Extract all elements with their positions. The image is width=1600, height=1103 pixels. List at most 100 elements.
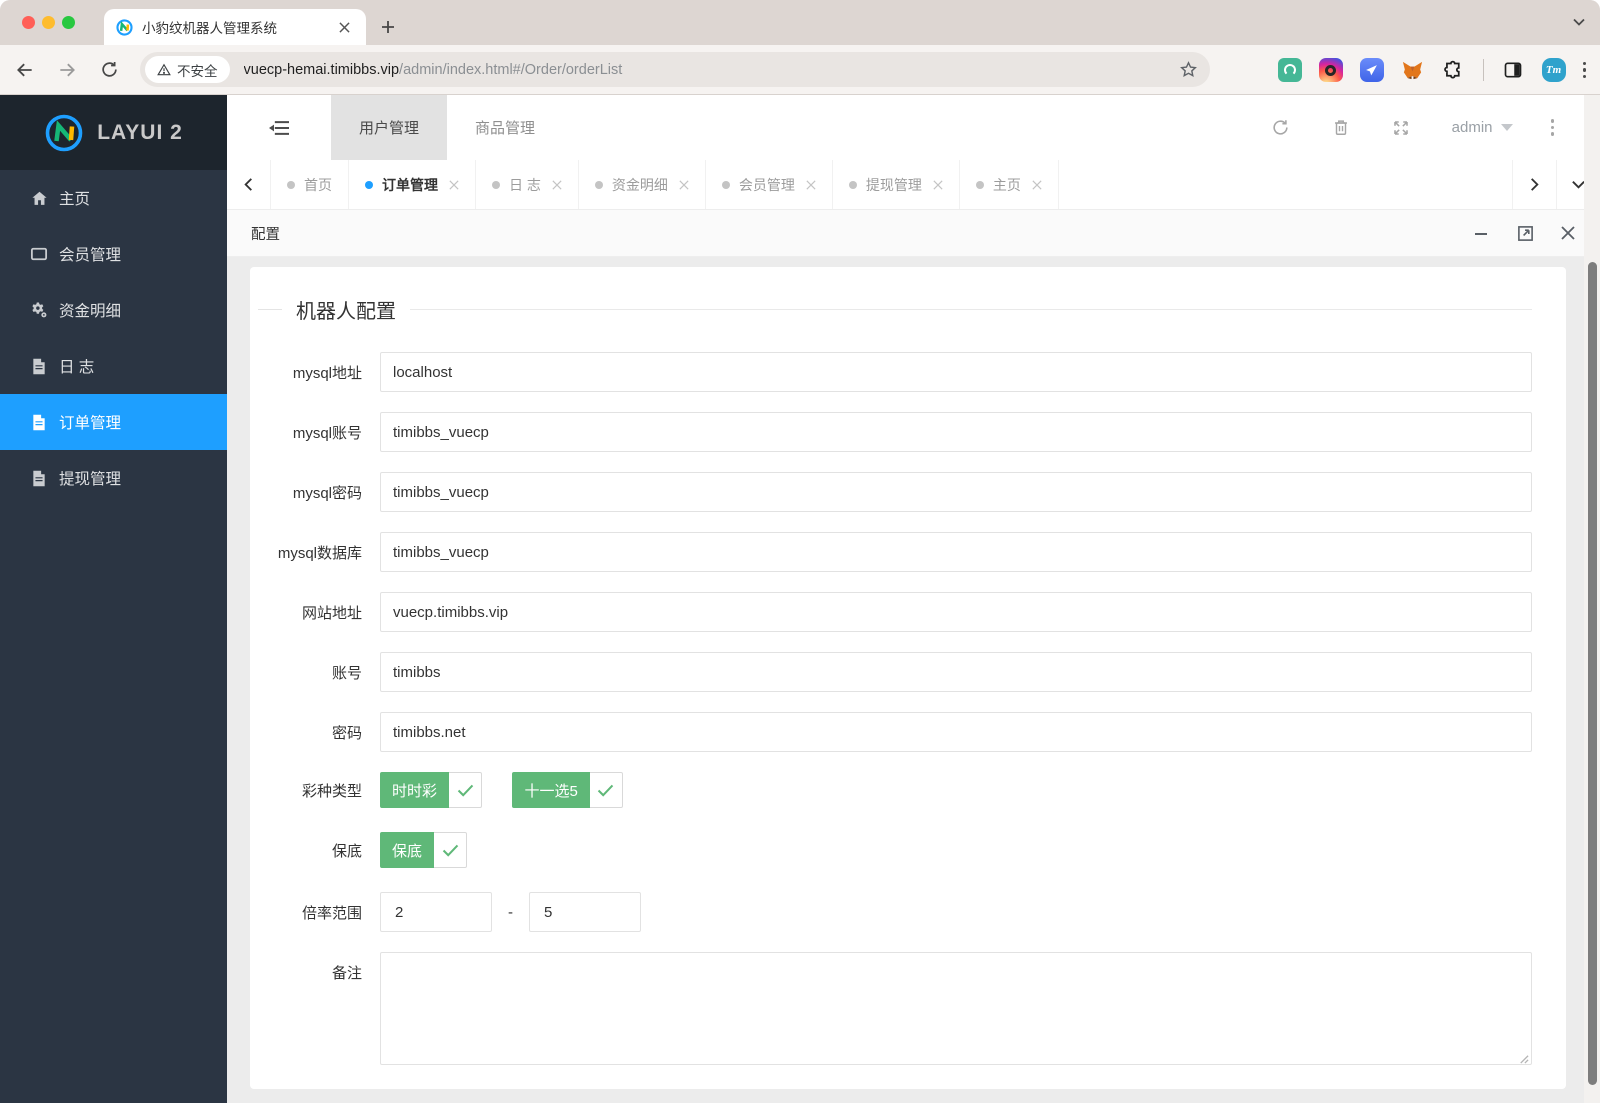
range-max-input[interactable]	[529, 892, 641, 932]
tab-close-icon[interactable]	[679, 179, 689, 190]
range-min-input[interactable]	[380, 892, 492, 932]
security-label: 不安全	[177, 63, 218, 79]
bookmark-star-icon[interactable]	[1179, 60, 1198, 79]
extension-paper-plane-icon[interactable]	[1359, 58, 1384, 82]
tab-status-dot	[721, 180, 730, 189]
extension-camera-icon[interactable]	[1318, 58, 1343, 82]
extension-shield-icon[interactable]	[1277, 58, 1302, 82]
forward-icon[interactable]	[50, 53, 84, 87]
field-label: 备注	[331, 965, 362, 982]
reload-icon[interactable]	[92, 53, 126, 87]
browser-tab[interactable]: 小豹纹机器人管理系统	[104, 9, 366, 45]
scrollbar-thumb[interactable]	[1588, 262, 1597, 1085]
page-tab-withdraw[interactable]: 提现管理	[833, 160, 960, 209]
checkbox-label: 保底	[380, 832, 435, 868]
sidebar-item-label: 提现管理	[59, 471, 122, 488]
back-icon[interactable]	[8, 53, 42, 87]
browser-tab-title: 小豹纹机器人管理系统	[142, 21, 277, 36]
panel-close-icon[interactable]	[1560, 225, 1576, 241]
side-panel-icon[interactable]	[1501, 58, 1525, 82]
tab-search-icon[interactable]	[1572, 15, 1586, 29]
account-input[interactable]	[380, 652, 1532, 692]
sidebar-item-home[interactable]: 主页	[0, 170, 227, 226]
browser-menu-icon[interactable]	[1582, 61, 1586, 79]
page-tab-label: 资金明细	[611, 176, 668, 193]
traffic-light-minimize[interactable]	[42, 16, 55, 29]
textarea-resize-grip[interactable]	[1518, 1053, 1529, 1064]
field-label: 账号	[331, 665, 362, 682]
sidebar-item-label: 会员管理	[59, 247, 122, 264]
sidebar: LAYUI 2 主页 会员管理 资金明细 日 志 订单管理 提现管理	[0, 95, 227, 1103]
note-textarea[interactable]	[380, 952, 1532, 1065]
tab-status-dot	[492, 180, 500, 189]
app-logo: LAYUI 2	[0, 95, 227, 170]
sidebar-item-label: 订单管理	[59, 415, 122, 432]
checkbox-11x5[interactable]: 十一选5	[512, 772, 623, 808]
security-chip[interactable]: 不安全	[145, 56, 230, 83]
tab-close-icon[interactable]	[806, 179, 816, 190]
sidebar-item-members[interactable]: 会员管理	[0, 226, 227, 282]
form-row-note: 备注	[250, 952, 1566, 1070]
gears-icon	[30, 301, 48, 319]
page-tab-logs[interactable]: 日 志	[476, 160, 579, 209]
new-tab-icon[interactable]	[378, 17, 398, 37]
extension-metamask-fox-icon[interactable]	[1401, 58, 1425, 82]
collapse-menu-icon[interactable]	[227, 95, 331, 160]
header-nav-goods[interactable]: 商品管理	[447, 95, 563, 160]
tab-status-dot	[975, 180, 984, 189]
refresh-icon[interactable]	[1271, 118, 1290, 137]
sidebar-item-funds[interactable]: 资金明细	[0, 282, 227, 338]
traffic-light-close[interactable]	[22, 16, 35, 29]
password-input[interactable]	[380, 712, 1532, 752]
header-nav-label: 用户管理	[358, 120, 419, 137]
form-legend-text: 机器人配置	[296, 301, 396, 323]
site-url-input[interactable]	[380, 592, 1532, 632]
admin-app: LAYUI 2 主页 会员管理 资金明细 日 志 订单管理 提现管理 用户管理 …	[0, 95, 1600, 1103]
extension-tm-icon[interactable]: Tm	[1541, 58, 1566, 82]
logo-text: LAYUI 2	[97, 120, 183, 144]
tabs-scroll-right-icon[interactable]	[1512, 160, 1556, 209]
panel-title: 配置	[251, 226, 280, 243]
header-nav-users[interactable]: 用户管理	[331, 95, 447, 160]
panel-content: 机器人配置 mysql地址 mysql账号 mysql密码	[227, 257, 1600, 1103]
sidebar-item-orders[interactable]: 订单管理	[0, 394, 227, 450]
tab-close-icon[interactable]	[334, 17, 354, 37]
window-icon	[30, 245, 48, 263]
page-tab-main[interactable]: 主页	[960, 160, 1059, 209]
extensions-puzzle-icon[interactable]	[1442, 58, 1466, 82]
address-bar[interactable]: 不安全 vuecp-hemai.timibbs.vip/admin/index.…	[140, 52, 1210, 87]
sidebar-item-logs[interactable]: 日 志	[0, 338, 227, 394]
config-card: 机器人配置 mysql地址 mysql账号 mysql密码	[250, 267, 1566, 1089]
page-tab-funds[interactable]: 资金明细	[579, 160, 706, 209]
page-tab-members[interactable]: 会员管理	[706, 160, 833, 209]
tab-close-icon[interactable]	[1032, 179, 1042, 190]
mysql-user-input[interactable]	[380, 412, 1532, 452]
tab-close-icon[interactable]	[933, 179, 943, 190]
sidebar-item-withdraw[interactable]: 提现管理	[0, 450, 227, 506]
checkbox-label: 十一选5	[512, 772, 590, 808]
tabs-scroll-left-icon[interactable]	[227, 160, 271, 209]
fullscreen-icon[interactable]	[1392, 119, 1410, 137]
user-menu[interactable]: admin	[1452, 119, 1513, 136]
traffic-light-zoom[interactable]	[62, 16, 75, 29]
file-icon	[30, 414, 48, 431]
field-label: 保底	[331, 842, 362, 860]
page-tab-label: 订单管理	[382, 176, 438, 193]
trash-icon[interactable]	[1332, 118, 1350, 137]
mysql-database-input[interactable]	[380, 532, 1532, 572]
tab-close-icon[interactable]	[552, 179, 562, 190]
page-tab-home[interactable]: 首页	[271, 160, 349, 209]
checkbox-guarantee[interactable]: 保底	[380, 832, 468, 868]
chevron-down-icon	[1500, 124, 1513, 131]
panel-maximize-icon[interactable]	[1517, 225, 1534, 242]
page-scrollbar[interactable]	[1584, 95, 1600, 1103]
checkbox-ssc[interactable]: 时时彩	[380, 772, 483, 808]
page-tab-orders[interactable]: 订单管理	[349, 160, 476, 209]
mysql-password-input[interactable]	[380, 472, 1532, 512]
form-row-password: 密码	[250, 712, 1566, 752]
panel-minimize-icon[interactable]	[1473, 225, 1489, 241]
field-label: mysql数据库	[277, 545, 362, 562]
tab-close-icon[interactable]	[449, 179, 459, 190]
mysql-host-input[interactable]	[380, 352, 1532, 392]
header-more-icon[interactable]	[1550, 119, 1554, 136]
